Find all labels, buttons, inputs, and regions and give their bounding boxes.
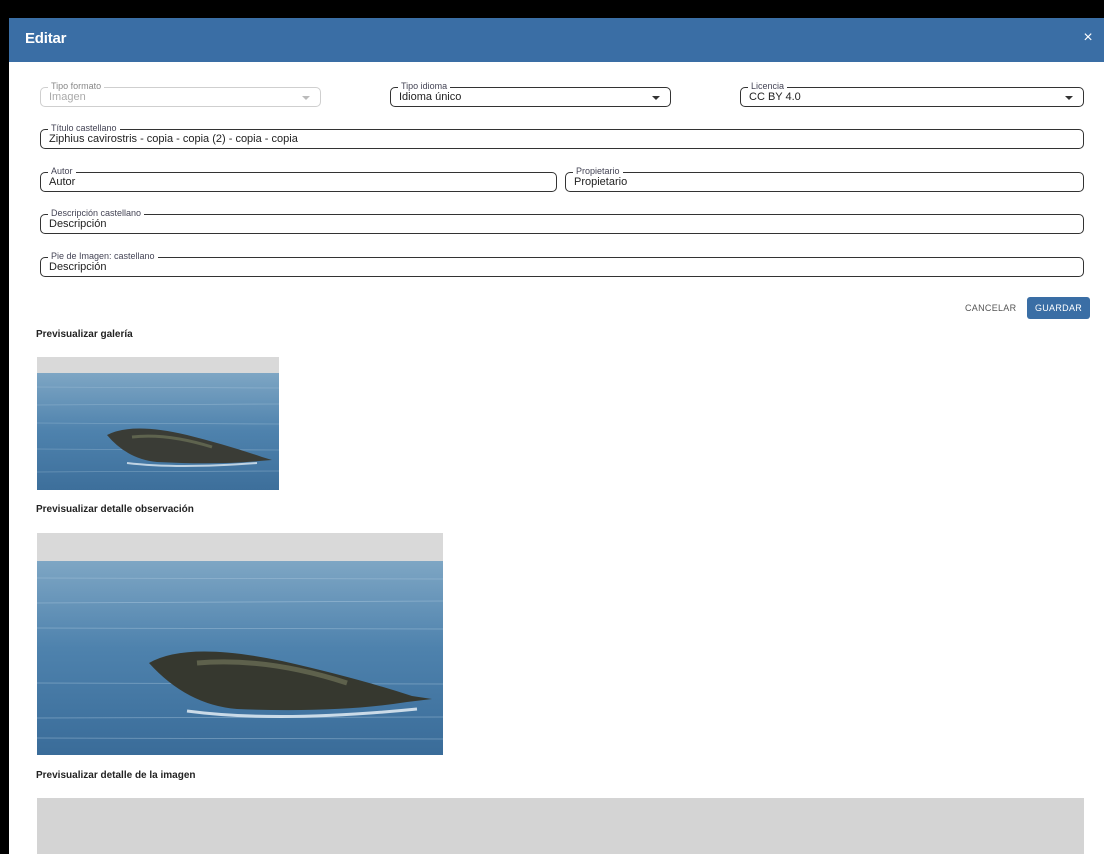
autor-field[interactable]: Autor Autor bbox=[40, 165, 557, 192]
licencia-value: CC BY 4.0 bbox=[749, 91, 801, 103]
chevron-down-icon[interactable] bbox=[652, 96, 660, 100]
observation-preview-label: Previsualizar detalle observación bbox=[36, 504, 194, 515]
tipo-idioma-value: Idioma único bbox=[399, 91, 462, 103]
dialog-title: Editar bbox=[25, 30, 67, 47]
image-detail-preview bbox=[37, 798, 1084, 854]
pie-imagen-value[interactable]: Descripción bbox=[49, 261, 106, 274]
tipo-formato-value: Imagen bbox=[49, 91, 86, 103]
observation-preview-image bbox=[37, 533, 443, 755]
cancel-button[interactable]: CANCELAR bbox=[965, 303, 1016, 313]
edit-dialog: Editar × Tipo formato Imagen Tipo idioma… bbox=[9, 18, 1104, 854]
dialog-header: Editar × bbox=[9, 18, 1104, 62]
licencia-select[interactable]: Licencia CC BY 4.0 bbox=[740, 80, 1084, 107]
image-preview-label: Previsualizar detalle de la imagen bbox=[36, 770, 196, 781]
descripcion-value[interactable]: Descripción bbox=[49, 218, 106, 231]
pie-imagen-field[interactable]: Pie de Imagen: castellano Descripción bbox=[40, 250, 1084, 277]
tipo-idioma-select[interactable]: Tipo idioma Idioma único bbox=[390, 80, 671, 107]
descripcion-field[interactable]: Descripción castellano Descripción bbox=[40, 207, 1084, 234]
tipo-formato-select: Tipo formato Imagen bbox=[40, 80, 321, 107]
propietario-field[interactable]: Propietario Propietario bbox=[565, 165, 1084, 192]
close-icon[interactable]: × bbox=[1078, 28, 1098, 48]
save-button[interactable]: GUARDAR bbox=[1027, 297, 1090, 319]
titulo-field[interactable]: Título castellano Ziphius cavirostris - … bbox=[40, 122, 1084, 149]
autor-value[interactable]: Autor bbox=[49, 176, 75, 189]
titulo-value[interactable]: Ziphius cavirostris - copia - copia (2) … bbox=[49, 133, 298, 146]
gallery-preview-image bbox=[37, 357, 279, 490]
gallery-preview-label: Previsualizar galería bbox=[36, 329, 133, 340]
chevron-down-icon[interactable] bbox=[1065, 96, 1073, 100]
propietario-value[interactable]: Propietario bbox=[574, 176, 627, 189]
chevron-down-icon bbox=[302, 96, 310, 100]
